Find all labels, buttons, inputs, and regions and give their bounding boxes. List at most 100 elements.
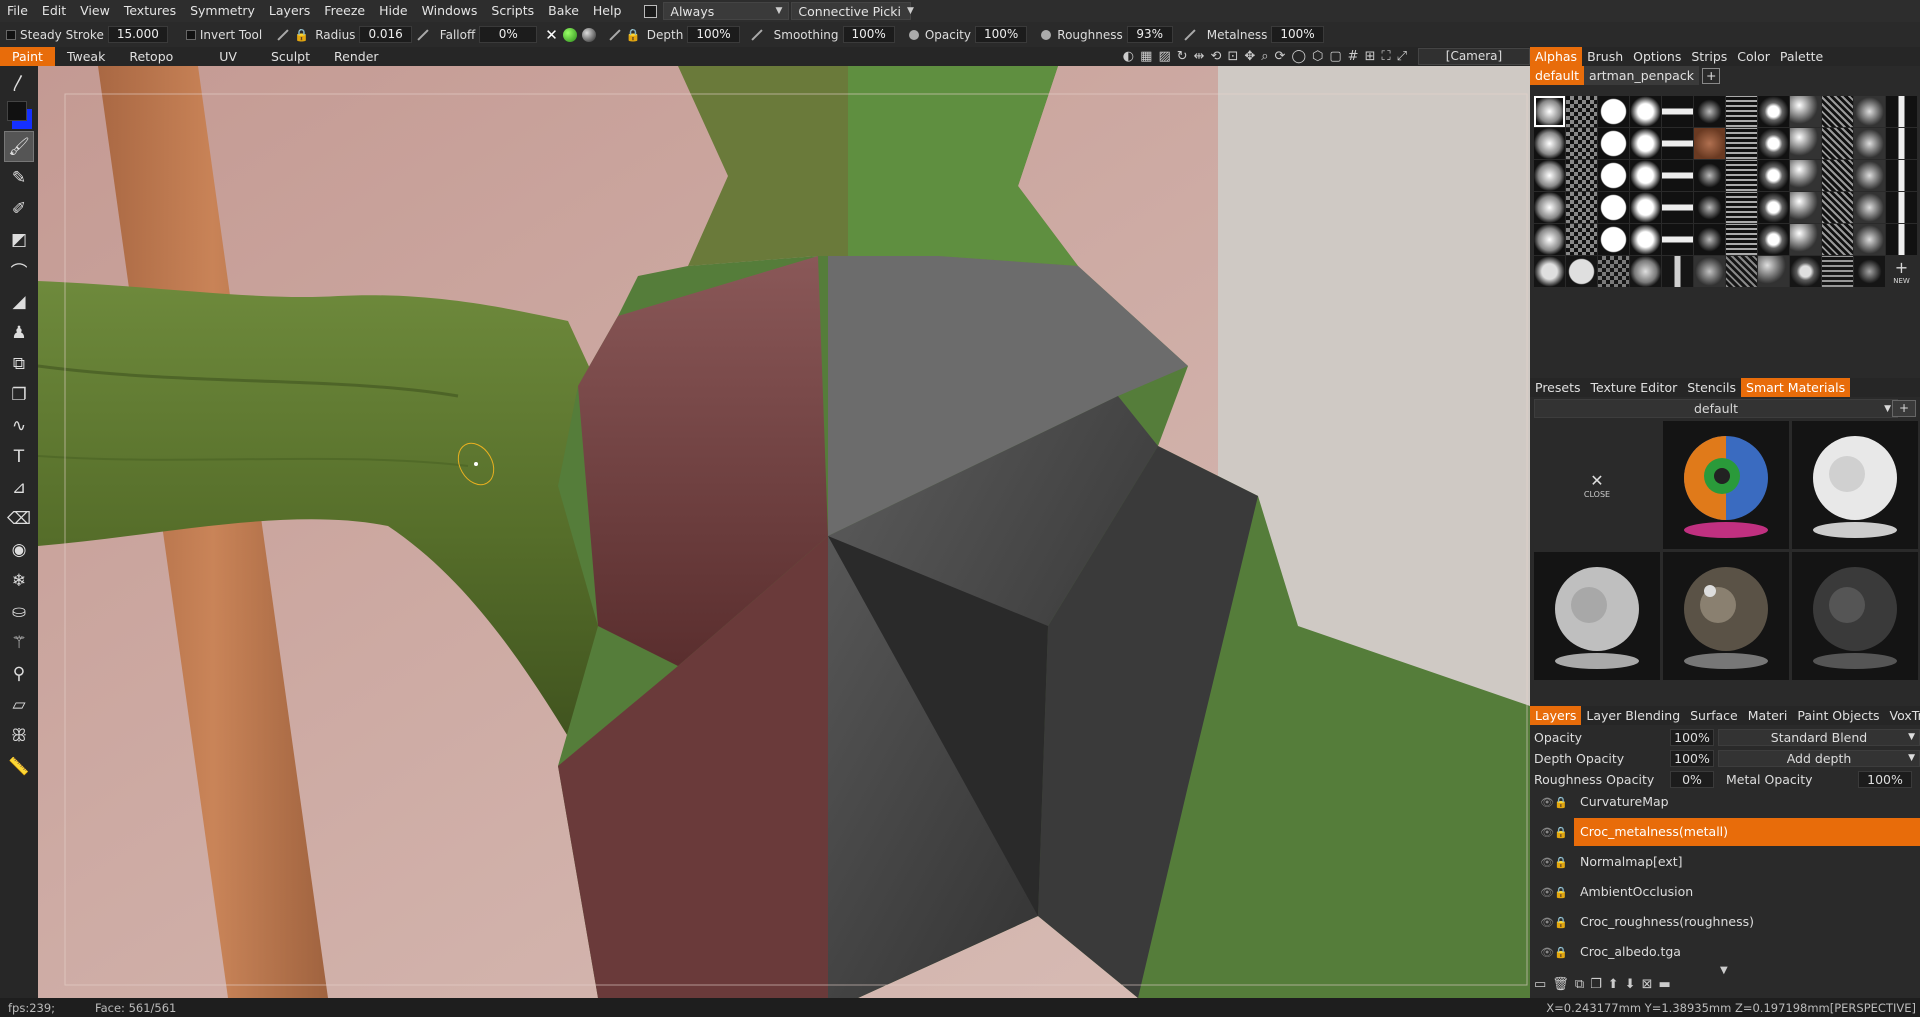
alpha-thumbnail[interactable]	[1726, 96, 1757, 127]
always-checkbox[interactable]	[644, 4, 658, 18]
depth-mode-dropdown[interactable]: Add depth ▼	[1718, 750, 1920, 767]
alpha-thumbnail[interactable]	[1694, 224, 1725, 255]
alpha-thumbnail[interactable]	[1758, 128, 1789, 159]
move-down-icon[interactable]: ⬇	[1625, 977, 1636, 992]
alpha-thumbnail[interactable]	[1790, 192, 1821, 223]
alpha-thumbnail[interactable]	[1822, 192, 1853, 223]
tab-tweak[interactable]: Tweak	[55, 47, 117, 66]
delete-layer-icon[interactable]: 🗑	[1552, 977, 1569, 992]
alpha-thumbnail[interactable]	[1726, 256, 1757, 287]
camera-dropdown[interactable]: [Camera]	[1418, 48, 1530, 65]
alpha-thumbnail[interactable]	[1566, 224, 1597, 255]
contrast-icon[interactable]: ◐	[1120, 49, 1137, 64]
pencil-icon[interactable]: ✎	[4, 162, 34, 193]
airbrush-icon[interactable]: ✐	[4, 193, 34, 224]
alpha-thumbnail[interactable]	[1566, 160, 1597, 191]
alpha-thumbnail[interactable]	[1886, 192, 1917, 223]
alpha-thumbnail[interactable]	[1598, 96, 1629, 127]
text-tool-icon[interactable]: T	[4, 441, 34, 472]
alpha-thumbnail[interactable]	[1630, 192, 1661, 223]
material-thumb-dark-metal[interactable]	[1792, 552, 1918, 680]
layer-item[interactable]: 👁🔒 Normalmap[ext]	[1534, 848, 1920, 876]
alpha-thumbnail[interactable]	[1534, 256, 1565, 287]
image-icon[interactable]: ▨	[1155, 49, 1173, 64]
alpha-thumbnail[interactable]	[1886, 160, 1917, 191]
alpha-thumbnail[interactable]	[1662, 256, 1693, 287]
alpha-thumbnail[interactable]	[1630, 160, 1661, 191]
alpha-thumbnail[interactable]	[1886, 96, 1917, 127]
curve-tool-icon[interactable]: ∿	[4, 410, 34, 441]
color-swatches[interactable]	[4, 97, 34, 131]
refresh-icon[interactable]: ⟳	[1272, 49, 1289, 64]
alpha-thumbnail[interactable]	[1854, 224, 1885, 255]
alpha-thumbnail[interactable]	[1598, 224, 1629, 255]
expand-icon[interactable]: ⤢	[1394, 49, 1410, 64]
orbit-icon[interactable]: ⟲	[1208, 49, 1225, 64]
material-thumb-colored[interactable]	[1663, 421, 1789, 549]
visibility-lock-icons[interactable]: 👁🔒	[1534, 946, 1574, 959]
metal-opacity-value[interactable]: 100%	[1858, 771, 1912, 788]
material-thumb-white[interactable]	[1792, 421, 1918, 549]
tab-layer-blending[interactable]: Layer Blending	[1581, 706, 1685, 725]
alpha-thumbnail[interactable]	[1662, 96, 1693, 127]
scroll-down-icon[interactable]: ▼	[1720, 965, 1728, 976]
alpha-thumbnail[interactable]	[1854, 256, 1885, 287]
iron-icon[interactable]: ⏥	[4, 689, 34, 720]
tab-presets[interactable]: Presets	[1530, 378, 1586, 397]
ruler-icon[interactable]: 📏	[4, 751, 34, 782]
menu-freeze[interactable]: Freeze	[317, 0, 372, 22]
layer-opacity-value[interactable]: 100%	[1670, 729, 1714, 746]
rotate-icon[interactable]: ↻	[1174, 49, 1191, 64]
metalness-value[interactable]: 100%	[1271, 26, 1324, 43]
tab-paint-objects[interactable]: Paint Objects	[1792, 706, 1884, 725]
alpha-thumbnail[interactable]	[1758, 192, 1789, 223]
tab-stencils[interactable]: Stencils	[1682, 378, 1741, 397]
menu-hide[interactable]: Hide	[372, 0, 415, 22]
paint-brush-icon[interactable]: 🖌	[4, 131, 34, 162]
steady-stroke-value[interactable]: 15.000	[107, 26, 168, 43]
add-folder-icon[interactable]: +	[1892, 400, 1916, 417]
smudge-icon[interactable]: ⌒	[4, 255, 34, 286]
alpha-thumbnail[interactable]	[1822, 128, 1853, 159]
tab-paint[interactable]: Paint	[0, 47, 55, 66]
material-thumb-gray[interactable]	[1534, 552, 1660, 680]
snowflake-icon[interactable]: ❄	[4, 565, 34, 596]
tab-surface[interactable]: Surface	[1685, 706, 1743, 725]
smoothing-value[interactable]: 100%	[842, 26, 895, 43]
alpha-thumbnail[interactable]	[1598, 192, 1629, 223]
picking-dropdown[interactable]: Connective Picki ▼	[791, 2, 914, 20]
menu-textures[interactable]: Textures	[117, 0, 183, 22]
pack-default[interactable]: default	[1530, 66, 1584, 85]
menu-view[interactable]: View	[73, 0, 117, 22]
menu-symmetry[interactable]: Symmetry	[183, 0, 262, 22]
move-icon[interactable]: ✥	[1241, 49, 1258, 64]
falloff-value[interactable]: 0%	[479, 26, 538, 43]
tab-color[interactable]: Color	[1732, 47, 1775, 66]
alpha-thumbnail[interactable]	[1790, 96, 1821, 127]
alpha-thumbnail[interactable]	[1534, 224, 1565, 255]
measure-icon[interactable]: ⊿	[4, 472, 34, 503]
alpha-thumbnail[interactable]	[1758, 96, 1789, 127]
fill-tool-icon[interactable]: ◩	[4, 224, 34, 255]
eyedropper-icon[interactable]: ⚲	[4, 658, 34, 689]
cube-outline-icon[interactable]: ▢	[1326, 49, 1344, 64]
magic-wand-icon[interactable]: ⚚	[4, 627, 34, 658]
close-materials-button[interactable]: ✕ CLOSE	[1534, 421, 1660, 549]
tab-retopo[interactable]: Retopo	[117, 47, 185, 66]
alpha-thumbnail[interactable]	[1822, 224, 1853, 255]
tab-palette[interactable]: Palette	[1775, 47, 1828, 66]
circle-icon[interactable]: ◯	[1288, 49, 1309, 64]
add-pack-icon[interactable]: +	[1701, 67, 1721, 84]
alpha-thumbnail[interactable]	[1886, 128, 1917, 159]
alpha-thumbnail[interactable]	[1566, 192, 1597, 223]
alpha-thumbnail[interactable]	[1694, 256, 1725, 287]
alpha-thumbnail[interactable]	[1854, 160, 1885, 191]
blend-mode-dropdown[interactable]: Standard Blend ▼	[1718, 729, 1920, 746]
alpha-thumbnail[interactable]	[1854, 96, 1885, 127]
pen-pressure-icon[interactable]	[417, 28, 429, 41]
alpha-thumbnail[interactable]	[1566, 96, 1597, 127]
material-thumb-chrome[interactable]	[1663, 552, 1789, 680]
visibility-lock-icons[interactable]: 👁🔒	[1534, 886, 1574, 899]
alpha-thumbnail[interactable]	[1630, 256, 1661, 287]
tab-render[interactable]: Render	[322, 47, 391, 66]
